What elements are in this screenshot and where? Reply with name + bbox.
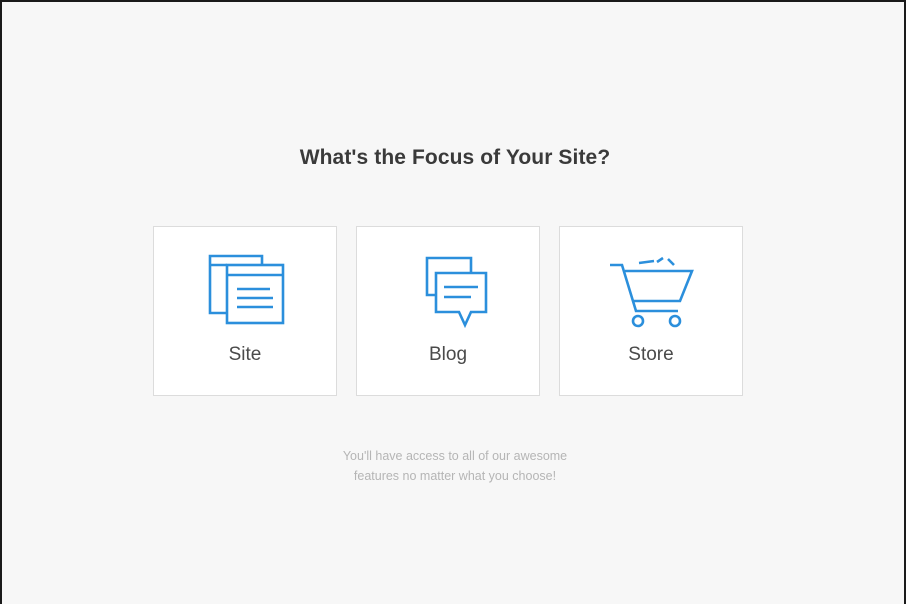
blog-option-label: Blog (428, 344, 468, 365)
info-note: You'll have access to all of our awesome… (2, 446, 908, 486)
blog-option-card[interactable]: Blog (356, 226, 540, 396)
focus-options: Site Blog Store (153, 226, 743, 396)
page-frame: What's the Focus of Your Site? Site Blog (0, 0, 906, 604)
site-option-card[interactable]: Site (153, 226, 337, 396)
shopping-cart-icon (610, 256, 694, 328)
site-option-label: Site (228, 344, 262, 365)
store-option-card[interactable]: Store (559, 226, 743, 396)
site-pages-icon (208, 254, 285, 325)
info-note-line-2: features no matter what you choose! (353, 469, 557, 483)
store-option-label: Store (628, 344, 674, 365)
info-note-line-1: You'll have access to all of our awesome (342, 449, 568, 463)
page-title: What's the Focus of Your Site? (299, 146, 611, 169)
blog-chat-icon (425, 256, 488, 329)
